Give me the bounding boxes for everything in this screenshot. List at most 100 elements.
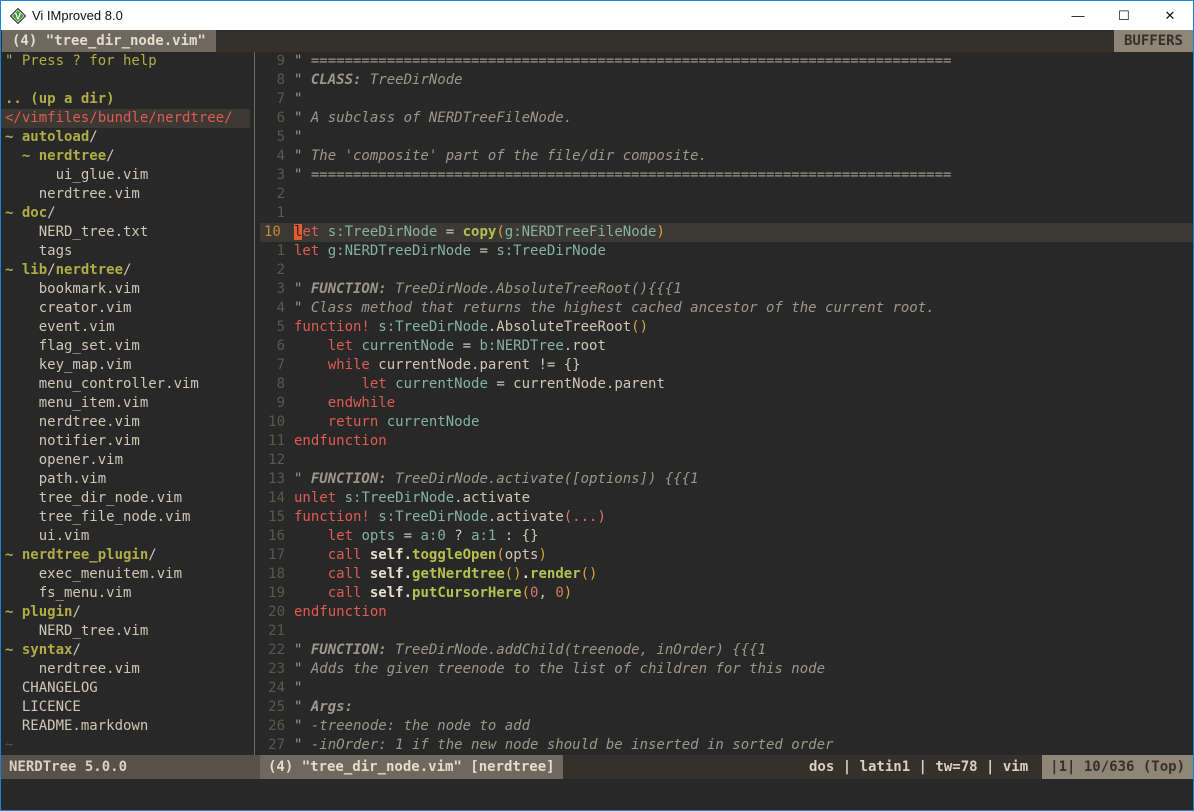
code-line[interactable]: 24" [260, 679, 1193, 698]
vim-logo-icon: V [10, 8, 26, 24]
code-segment: " ======================================… [294, 167, 951, 183]
code-text: " Adds the given treenode to the list of… [294, 660, 1193, 679]
tree-item[interactable]: NERD_tree.vim [5, 622, 250, 641]
code-line[interactable]: 1let g:NERDTreeDirNode = s:TreeDirNode [260, 242, 1193, 261]
code-line[interactable]: 2 [260, 261, 1193, 280]
code-line[interactable]: 21 [260, 622, 1193, 641]
tree-item[interactable]: NERD_tree.txt [5, 223, 250, 242]
code-line[interactable]: 10let s:TreeDirNode = copy(g:NERDTreeFil… [260, 223, 1193, 242]
tree-item[interactable]: opener.vim [5, 451, 250, 470]
tree-item[interactable]: tree_dir_node.vim [5, 489, 250, 508]
tree-item[interactable]: ~ plugin/ [5, 603, 250, 622]
code-line[interactable]: 5function! s:TreeDirNode.AbsoluteTreeRoo… [260, 318, 1193, 337]
tree-item[interactable] [5, 71, 250, 90]
code-line[interactable]: 14unlet s:TreeDirNode.activate [260, 489, 1193, 508]
code-line[interactable]: 20endfunction [260, 603, 1193, 622]
code-line[interactable]: 17 call self.toggleOpen(opts) [260, 546, 1193, 565]
code-line[interactable]: 4" The 'composite' part of the file/dir … [260, 147, 1193, 166]
tree-item[interactable]: nerdtree.vim [5, 185, 250, 204]
tree-item[interactable]: ui_glue.vim [5, 166, 250, 185]
code-line[interactable]: 12 [260, 451, 1193, 470]
tree-item[interactable]: ~ nerdtree_plugin/ [5, 546, 250, 565]
tree-item[interactable]: bookmark.vim [5, 280, 250, 299]
code-line[interactable]: 22" FUNCTION: TreeDirNode.addChild(treen… [260, 641, 1193, 660]
tree-item[interactable]: exec_menuitem.vim [5, 565, 250, 584]
code-line[interactable]: 5" [260, 128, 1193, 147]
tree-item[interactable]: notifier.vim [5, 432, 250, 451]
tree-item[interactable]: ~ lib/nerdtree/ [5, 261, 250, 280]
tree-item[interactable]: event.vim [5, 318, 250, 337]
tree-item[interactable]: README.markdown [5, 717, 250, 736]
code-segment [336, 490, 344, 506]
tree-item[interactable]: </vimfiles/bundle/nerdtree/ [1, 109, 250, 128]
tree-item[interactable]: path.vim [5, 470, 250, 489]
code-line[interactable]: 7 while currentNode.parent != {} [260, 356, 1193, 375]
tree-item[interactable]: .. (up a dir) [5, 90, 250, 109]
code-line[interactable]: 26" -treenode: the node to add [260, 717, 1193, 736]
code-segment: (...) [564, 509, 606, 525]
code-line[interactable]: 7" [260, 90, 1193, 109]
tree-item[interactable]: nerdtree.vim [5, 413, 250, 432]
tree-item[interactable]: LICENCE [5, 698, 250, 717]
code-line[interactable]: 1 [260, 204, 1193, 223]
code-segment: ui.vim [5, 528, 89, 544]
tree-item[interactable]: " Press ? for help [5, 52, 250, 71]
code-line[interactable]: 23" Adds the given treenode to the list … [260, 660, 1193, 679]
status-line: NERDTree 5.0.0 (4) "tree_dir_node.vim" [… [1, 755, 1193, 779]
tree-item[interactable]: ~ nerdtree/ [5, 147, 250, 166]
code-line[interactable]: 19 call self.putCursorHere(0, 0) [260, 584, 1193, 603]
code-segment: CLASS: [311, 72, 370, 88]
code-line[interactable]: 11endfunction [260, 432, 1193, 451]
code-line[interactable]: 18 call self.getNerdtree().render() [260, 565, 1193, 584]
tree-item[interactable]: ~ syntax/ [5, 641, 250, 660]
command-line[interactable] [1, 779, 1193, 810]
tree-item[interactable]: ui.vim [5, 527, 250, 546]
main-content: " Press ? for help .. (up a dir)</vimfile… [1, 52, 1193, 755]
code-line[interactable]: 13" FUNCTION: TreeDirNode.activate([opti… [260, 470, 1193, 489]
maximize-button[interactable]: ☐ [1101, 1, 1147, 30]
code-segment: " [294, 129, 302, 145]
split-separator[interactable] [250, 52, 260, 755]
tree-item[interactable]: ~ autoload/ [5, 128, 250, 147]
code-line[interactable]: 25" Args: [260, 698, 1193, 717]
code-text [294, 204, 1193, 223]
code-line[interactable]: 6" A subclass of NERDTreeFileNode. [260, 109, 1193, 128]
code-segment: let [328, 338, 353, 354]
tree-item[interactable]: ~ [5, 736, 250, 755]
code-line[interactable]: 27" -inOrder: 1 if the new node should b… [260, 736, 1193, 755]
code-line[interactable]: 10 return currentNode [260, 413, 1193, 432]
code-line[interactable]: 4" Class method that returns the highest… [260, 299, 1193, 318]
code-line[interactable]: 8 let currentNode = currentNode.parent [260, 375, 1193, 394]
line-number: 7 [260, 90, 294, 109]
line-number: 9 [260, 394, 294, 413]
code-line[interactable]: 15function! s:TreeDirNode.activate(...) [260, 508, 1193, 527]
code-segment: = [395, 528, 420, 544]
code-line[interactable]: 3" FUNCTION: TreeDirNode.AbsoluteTreeRoo… [260, 280, 1193, 299]
tree-item[interactable]: flag_set.vim [5, 337, 250, 356]
code-line[interactable]: 9 endwhile [260, 394, 1193, 413]
code-segment: opts [505, 547, 539, 563]
code-line[interactable]: 16 let opts = a:0 ? a:1 : {} [260, 527, 1193, 546]
tree-item[interactable]: tree_file_node.vim [5, 508, 250, 527]
tree-item[interactable]: ~ doc/ [5, 204, 250, 223]
tree-item[interactable]: key_map.vim [5, 356, 250, 375]
code-line[interactable]: 2 [260, 185, 1193, 204]
code-line[interactable]: 9" =====================================… [260, 52, 1193, 71]
tree-item[interactable]: creator.vim [5, 299, 250, 318]
tree-item[interactable]: fs_menu.vim [5, 584, 250, 603]
tab-current[interactable]: (4) "tree_dir_node.vim" [2, 30, 216, 52]
tree-item[interactable]: menu_controller.vim [5, 375, 250, 394]
close-button[interactable]: ✕ [1147, 1, 1193, 30]
tree-item[interactable]: tags [5, 242, 250, 261]
code-line[interactable]: 6 let currentNode = b:NERDTree.root [260, 337, 1193, 356]
minimize-button[interactable]: — [1055, 1, 1101, 30]
code-segment: opts [361, 528, 395, 544]
tree-item[interactable]: nerdtree.vim [5, 660, 250, 679]
code-segment: putCursorHere [412, 585, 522, 601]
code-line[interactable]: 8" CLASS: TreeDirNode [260, 71, 1193, 90]
code-segment: .AbsoluteTreeRoot [488, 319, 631, 335]
tree-item[interactable]: menu_item.vim [5, 394, 250, 413]
code-line[interactable]: 3" =====================================… [260, 166, 1193, 185]
line-number: 3 [260, 166, 294, 185]
tree-item[interactable]: CHANGELOG [5, 679, 250, 698]
